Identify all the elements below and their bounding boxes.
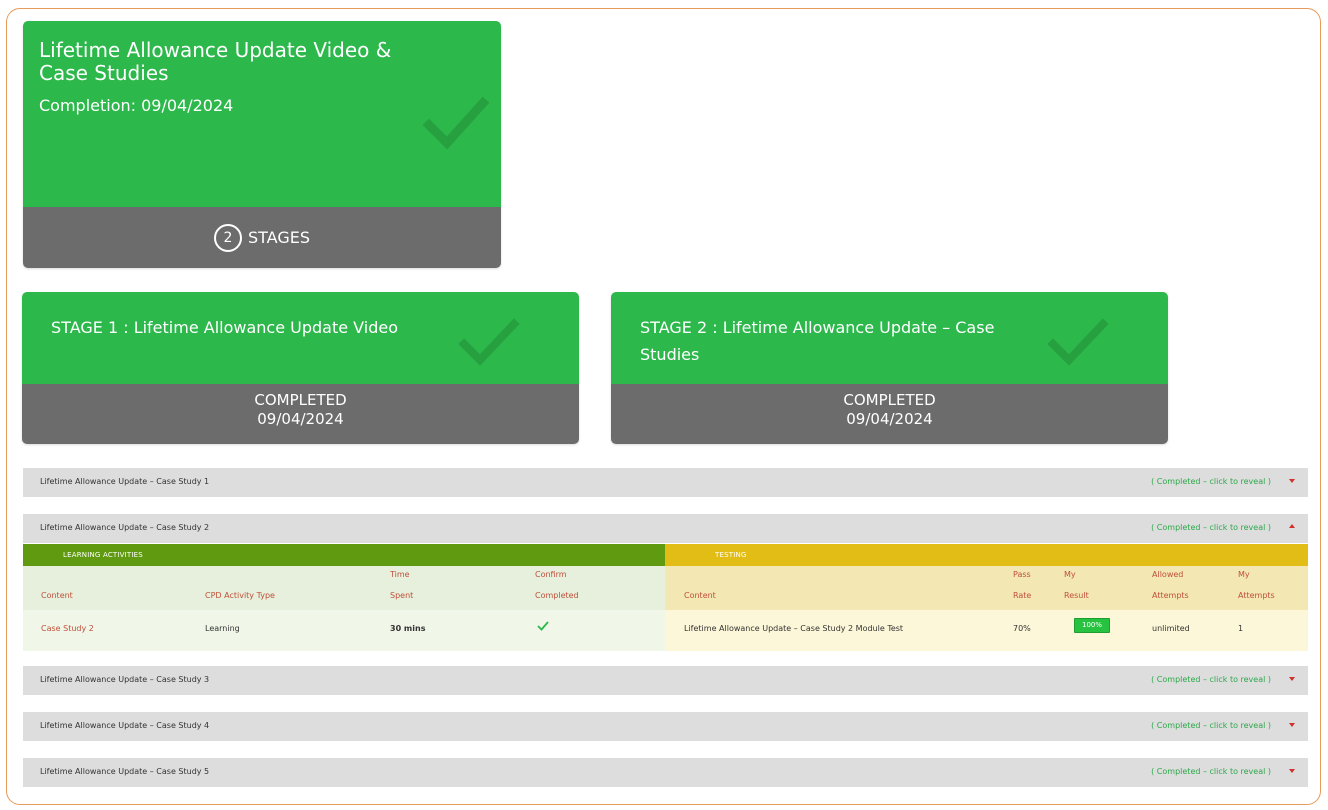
testing-label: TESTING bbox=[715, 551, 747, 559]
stage-card-header: STAGE 1 : Lifetime Allowance Update Vide… bbox=[22, 292, 579, 384]
stage-card-2[interactable]: STAGE 2 : Lifetime Allowance Update – Ca… bbox=[611, 292, 1168, 444]
stage-card-header: STAGE 2 : Lifetime Allowance Update – Ca… bbox=[611, 292, 1168, 384]
course-card[interactable]: Lifetime Allowance Update Video & Case S… bbox=[23, 21, 501, 268]
case-study-title: Lifetime Allowance Update – Case Study 3 bbox=[40, 675, 210, 684]
my-result-badge: 100% bbox=[1074, 618, 1110, 633]
col-header-my-result-line1: My bbox=[1064, 570, 1076, 579]
reveal-link[interactable]: ( Completed – click to reveal ) bbox=[1151, 675, 1271, 684]
col-header-confirm-line1: Confirm bbox=[535, 570, 567, 579]
col-header-time-spent-line1: Time bbox=[390, 570, 410, 579]
reveal-link[interactable]: ( Completed – click to reveal ) bbox=[1151, 477, 1271, 486]
case-study-title: Lifetime Allowance Update – Case Study 1 bbox=[40, 477, 210, 486]
chevron-down-icon[interactable] bbox=[1289, 723, 1295, 727]
chevron-down-icon[interactable] bbox=[1289, 677, 1295, 681]
col-header-my-attempts-line2: Attempts bbox=[1238, 591, 1275, 600]
col-header-cpd-type: CPD Activity Type bbox=[205, 591, 275, 600]
course-title: Lifetime Allowance Update Video & Case S… bbox=[39, 38, 392, 85]
learning-activities-label: LEARNING ACTIVITIES bbox=[63, 551, 143, 559]
col-header-allowed-attempts: Allowed Attempts bbox=[1152, 568, 1189, 603]
test-content-cell: Lifetime Allowance Update – Case Study 2… bbox=[684, 624, 904, 633]
stage-status: COMPLETED bbox=[254, 391, 347, 409]
check-icon bbox=[1047, 318, 1109, 366]
course-completion-date: Completion: 09/04/2024 bbox=[39, 96, 234, 115]
check-icon bbox=[423, 96, 489, 150]
col-header-my-attempts-line1: My bbox=[1238, 570, 1250, 579]
case-study-row-5[interactable]: Lifetime Allowance Update – Case Study 5… bbox=[23, 758, 1308, 787]
cpd-type-cell: Learning bbox=[205, 624, 240, 633]
stage-status-footer: COMPLETED 09/04/2024 bbox=[611, 384, 1168, 444]
col-header-my-result-line2: Result bbox=[1064, 591, 1089, 600]
col-header-my-result: My Result bbox=[1064, 568, 1089, 603]
my-attempts-cell: 1 bbox=[1238, 624, 1244, 633]
col-header-test-content: Content bbox=[684, 591, 716, 600]
stage-completion-date: 09/04/2024 bbox=[846, 410, 933, 428]
course-card-header: Lifetime Allowance Update Video & Case S… bbox=[23, 21, 501, 207]
reveal-link[interactable]: ( Completed – click to reveal ) bbox=[1151, 767, 1271, 776]
case-study-title: Lifetime Allowance Update – Case Study 5 bbox=[40, 767, 210, 776]
case-study-row-4[interactable]: Lifetime Allowance Update – Case Study 4… bbox=[23, 712, 1308, 741]
stage-status: COMPLETED bbox=[843, 391, 936, 409]
allowed-attempts-cell: unlimited bbox=[1152, 624, 1190, 633]
learning-data-row bbox=[23, 610, 665, 651]
testing-column-headers bbox=[665, 566, 1308, 610]
col-header-pass-rate: Pass Rate bbox=[1013, 568, 1031, 603]
testing-header: TESTING bbox=[665, 544, 1308, 566]
col-header-allowed-line2: Attempts bbox=[1152, 591, 1189, 600]
col-header-confirm-line2: Completed bbox=[535, 591, 579, 600]
chevron-up-icon[interactable] bbox=[1289, 524, 1295, 528]
case-study-title: Lifetime Allowance Update – Case Study 2 bbox=[40, 523, 210, 532]
col-header-allowed-line1: Allowed bbox=[1152, 570, 1184, 579]
stage-completion-date: 09/04/2024 bbox=[257, 410, 344, 428]
stages-label: STAGES bbox=[247, 228, 310, 247]
time-spent-cell: 30 mins bbox=[390, 624, 426, 633]
reveal-link[interactable]: ( Completed – click to reveal ) bbox=[1151, 721, 1271, 730]
course-stages-footer: 2 STAGES bbox=[23, 207, 501, 268]
stage-status-footer: COMPLETED 09/04/2024 bbox=[22, 384, 579, 444]
reveal-link[interactable]: ( Completed – click to reveal ) bbox=[1151, 523, 1271, 532]
chevron-down-icon[interactable] bbox=[1289, 769, 1295, 773]
content-link[interactable]: Case Study 2 bbox=[41, 624, 94, 633]
col-header-confirm-completed: Confirm Completed bbox=[535, 568, 579, 603]
check-icon bbox=[458, 318, 520, 366]
learning-activities-header: LEARNING ACTIVITIES bbox=[23, 544, 665, 566]
col-header-time-spent-line2: Spent bbox=[390, 591, 414, 600]
pass-rate-cell: 70% bbox=[1013, 624, 1031, 633]
case-study-details: LEARNING ACTIVITIES TESTING Content CPD … bbox=[23, 544, 1308, 651]
case-study-row-3[interactable]: Lifetime Allowance Update – Case Study 3… bbox=[23, 666, 1308, 695]
case-study-row-2[interactable]: Lifetime Allowance Update – Case Study 2… bbox=[23, 514, 1308, 543]
check-icon bbox=[537, 621, 549, 631]
col-header-my-attempts: My Attempts bbox=[1238, 568, 1275, 603]
chevron-down-icon[interactable] bbox=[1289, 479, 1295, 483]
case-study-row-1[interactable]: Lifetime Allowance Update – Case Study 1… bbox=[23, 468, 1308, 497]
col-header-content: Content bbox=[41, 591, 73, 600]
stages-count-badge: 2 bbox=[213, 223, 242, 252]
col-header-time-spent: Time Spent bbox=[390, 568, 413, 603]
case-study-title: Lifetime Allowance Update – Case Study 4 bbox=[40, 721, 210, 730]
col-header-pass-rate-line2: Rate bbox=[1013, 591, 1032, 600]
stage-card-1[interactable]: STAGE 1 : Lifetime Allowance Update Vide… bbox=[22, 292, 579, 444]
stage-title: STAGE 2 : Lifetime Allowance Update – Ca… bbox=[640, 318, 995, 364]
stage-title: STAGE 1 : Lifetime Allowance Update Vide… bbox=[51, 318, 398, 337]
col-header-pass-rate-line1: Pass bbox=[1013, 570, 1031, 579]
